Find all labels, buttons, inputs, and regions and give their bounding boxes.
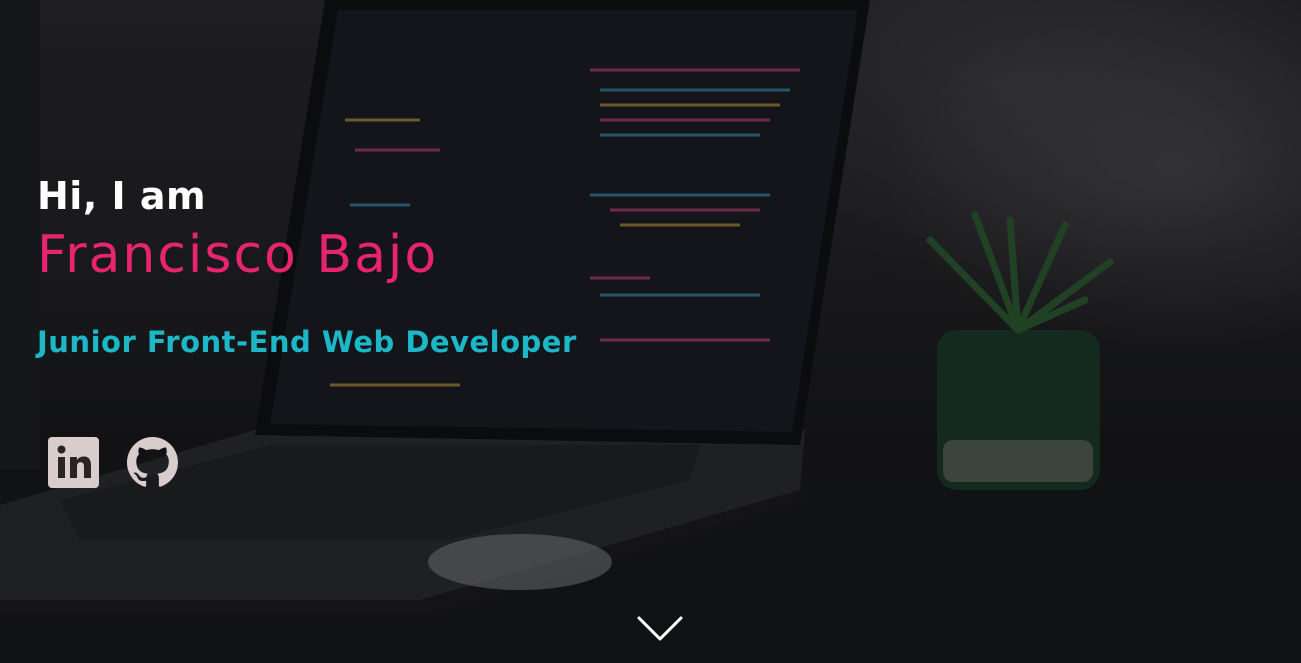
name-heading: Francisco Bajo	[37, 225, 439, 285]
linkedin-link[interactable]	[48, 437, 99, 488]
scroll-down-button[interactable]	[636, 612, 684, 646]
github-icon	[127, 437, 178, 487]
social-links	[48, 437, 178, 488]
intro: Hi, I am Francisco Bajo Junior Front-End…	[37, 170, 577, 362]
linkedin-icon	[48, 437, 99, 488]
greeting-text: Hi, I am	[37, 174, 207, 218]
role-subtitle: Junior Front-End Web Developer	[37, 325, 577, 359]
github-link[interactable]	[127, 437, 178, 488]
hero-section: Hi, I am Francisco Bajo Junior Front-End…	[0, 0, 1301, 663]
chevron-down-icon	[637, 616, 683, 641]
